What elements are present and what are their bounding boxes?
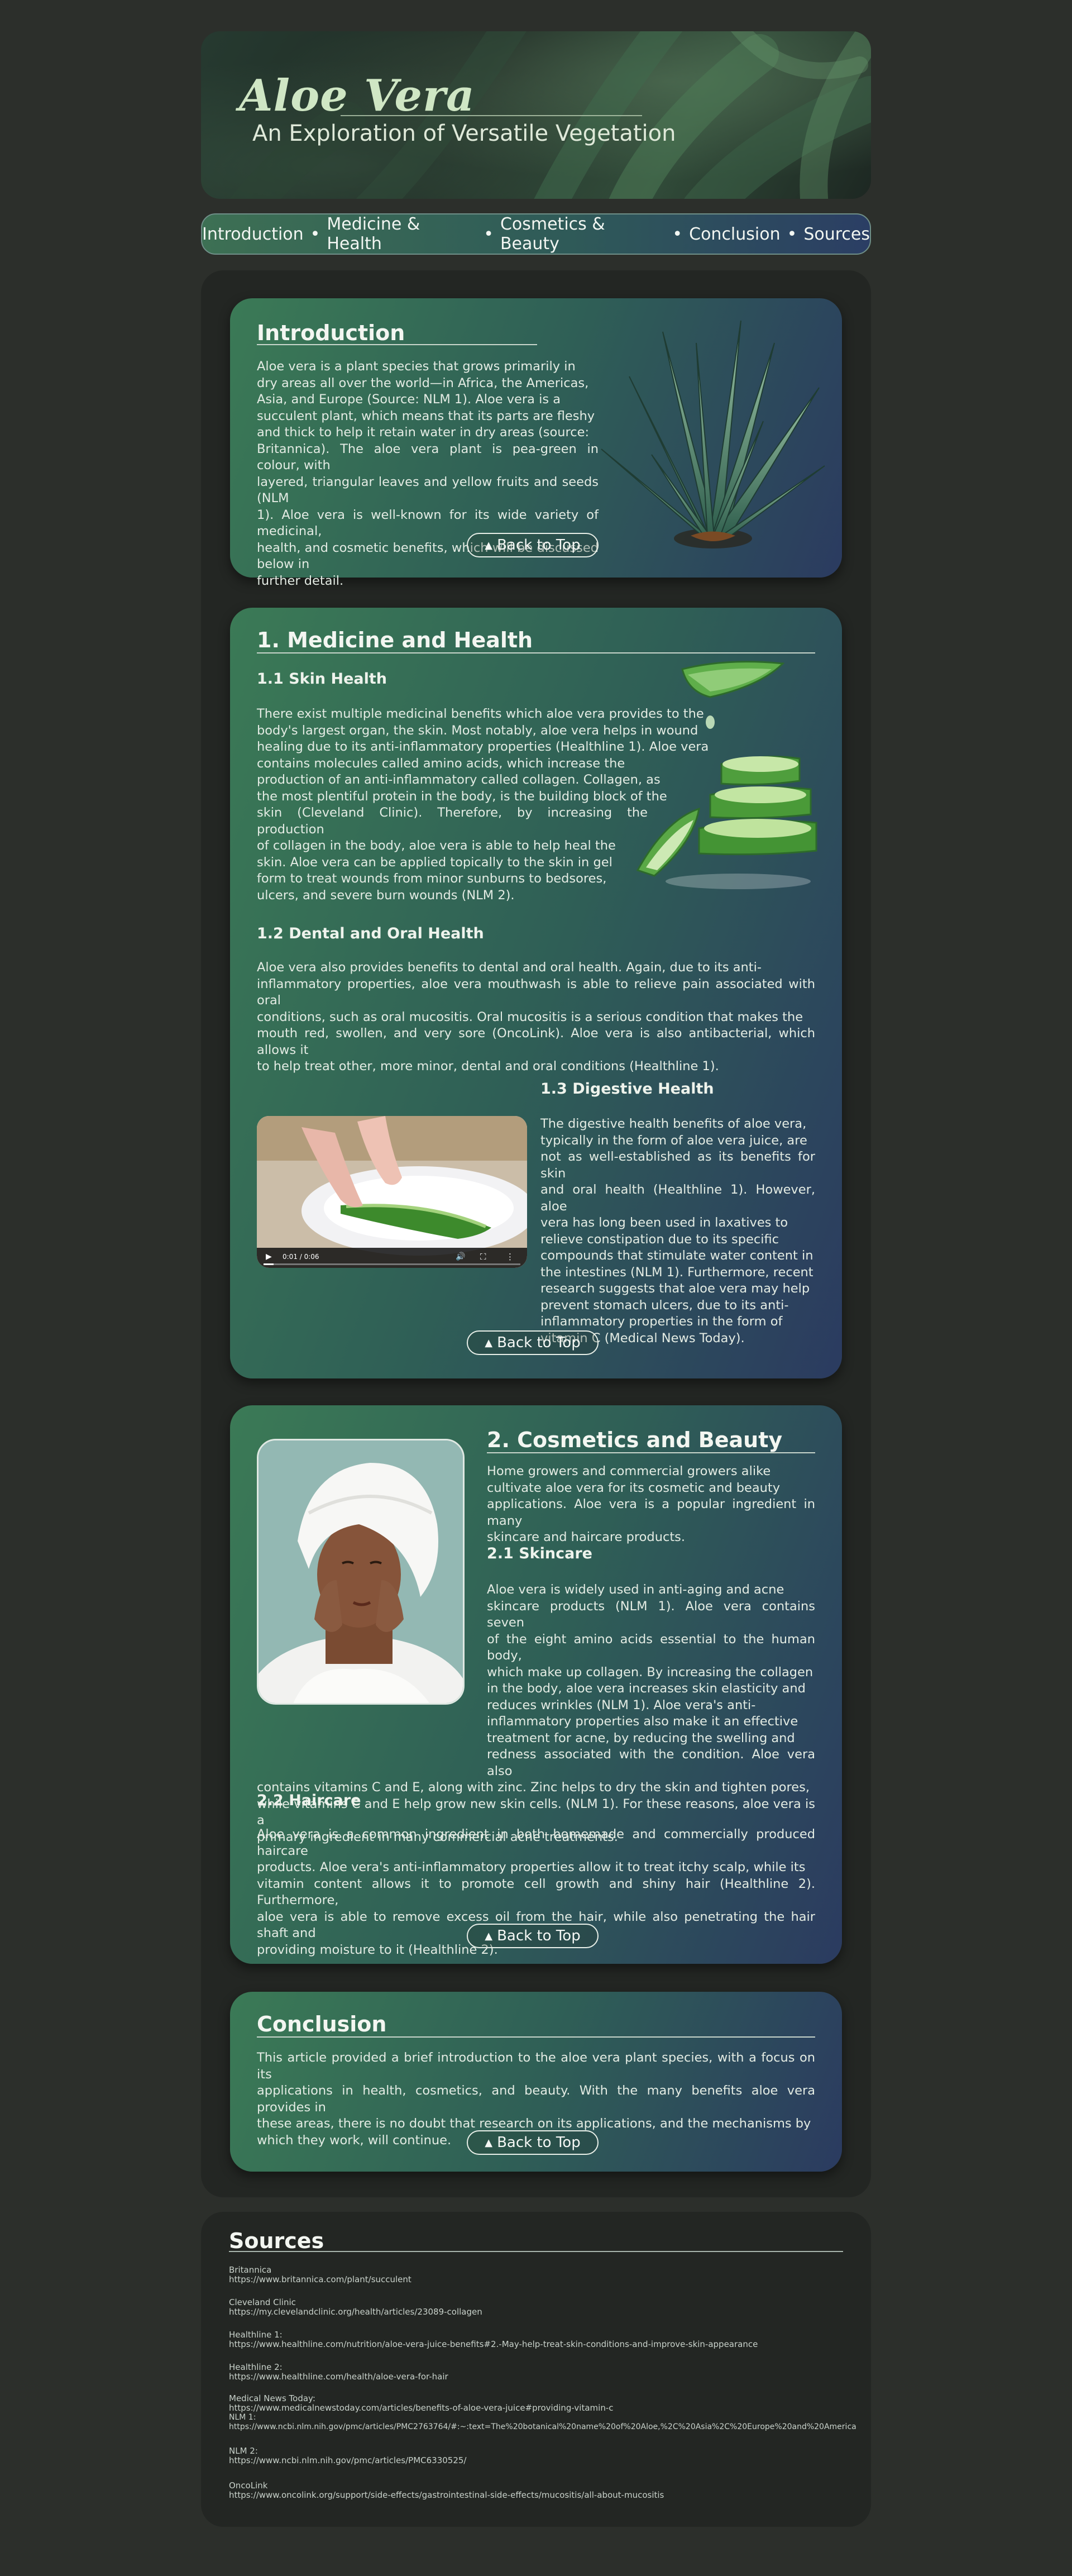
source-link[interactable]: https://www.ncbi.nlm.nih.gov/pmc/article… [229,2422,856,2431]
arrow-up-icon: ▲ [485,539,493,551]
nav-link-medicine-health[interactable]: Medicine & Health [327,214,477,254]
digestive-health-text: The digestive health benefits of aloe ve… [540,1117,815,1346]
video-progress-fill [264,1263,274,1265]
volume-icon[interactable]: 🔊 [456,1252,465,1261]
nav-link-conclusion[interactable]: Conclusion [689,225,781,244]
aloe-plant-image [601,320,825,548]
nav-link-sources[interactable]: Sources [803,225,870,244]
header-banner: Aloe Vera An Exploration of Versatile Ve… [201,31,871,199]
nav-separator: • [484,224,494,244]
back-to-top-button[interactable]: ▲ Back to Top [467,1924,599,1948]
haircare-heading: 2.2 Haircare [257,1792,361,1809]
source-entry: NLM 2: https://www.ncbi.nlm.nih.gov/pmc/a… [229,2446,467,2465]
top-navigation: Introduction • Medicine & Health • Cosme… [201,213,871,255]
cosmetics-beauty-section: 2. Cosmetics and Beauty Home growers and… [230,1405,842,1964]
nav-link-introduction[interactable]: Introduction [202,225,304,244]
medicine-heading: 1. Medicine and Health [257,628,533,652]
cosmetics-heading: 2. Cosmetics and Beauty [487,1428,783,1452]
introduction-heading: Introduction [257,321,405,345]
conclusion-section: Conclusion This article provided a brief… [230,1992,842,2172]
skincare-heading: 2.1 Skincare [487,1545,592,1562]
digestive-health-heading: 1.3 Digestive Health [540,1080,714,1098]
nav-separator: • [787,224,797,244]
introduction-section: Introduction Aloe vera is a plant specie… [230,298,842,588]
nav-link-cosmetics-beauty[interactable]: Cosmetics & Beauty [500,214,666,254]
skin-health-heading: 1.1 Skin Health [257,670,387,688]
video-time: 0:01 / 0:06 [283,1253,319,1261]
fullscreen-icon[interactable]: ⛶ [480,1252,486,1262]
aloe-leaf-slices-image [636,661,817,889]
conclusion-heading: Conclusion [257,2012,387,2036]
cosmetics-intro-text: Home growers and commercial growers alik… [487,1464,815,1544]
heading-rule [487,1452,815,1453]
heading-rule [229,2251,843,2252]
heading-rule [257,2036,815,2038]
site-subtitle: An Exploration of Versatile Vegetation [252,121,676,146]
back-to-top-button[interactable]: ▲ Back to Top [467,533,599,557]
back-to-top-button[interactable]: ▲ Back to Top [467,1330,599,1355]
heading-rule [257,344,537,345]
source-link[interactable]: https://www.healthline.com/nutrition/alo… [229,2339,758,2349]
video-player[interactable]: ▶ 0:01 / 0:06 🔊 ⛶ ⋮ [257,1116,527,1268]
source-entry: Healthline 2: https://www.healthline.com/… [229,2362,448,2382]
source-entry: Medical News Today: https://www.medicalne… [229,2393,614,2413]
more-options-icon[interactable]: ⋮ [506,1252,514,1262]
source-link[interactable]: https://www.healthline.com/health/aloe-v… [229,2372,448,2382]
dental-health-text: Aloe vera also provides benefits to dent… [257,960,815,1074]
back-to-top-button[interactable]: ▲ Back to Top [467,2130,599,2155]
source-link[interactable]: https://www.oncolink.org/support/side-ef… [229,2490,664,2500]
site-title: Aloe Vera [239,70,475,121]
source-entry: NLM 1: https://www.ncbi.nlm.nih.gov/pmc/a… [229,2413,856,2431]
video-progress-track[interactable] [264,1263,520,1265]
source-entry: OncoLink https://www.oncolink.org/support… [229,2480,664,2500]
nav-separator: • [310,224,320,244]
source-link[interactable]: https://my.clevelandclinic.org/health/ar… [229,2307,482,2317]
sources-section: Sources Britannica https://www.britannica… [201,2212,871,2527]
arrow-up-icon: ▲ [485,2136,493,2149]
title-underline [341,115,642,116]
source-link[interactable]: https://www.britannica.com/plant/succule… [229,2274,411,2284]
source-link[interactable]: https://www.medicalnewstoday.com/article… [229,2403,613,2413]
main-content: Introduction Aloe vera is a plant specie… [201,270,871,2197]
page: Aloe Vera An Exploration of Versatile Ve… [0,0,1072,2576]
video-frame [257,1116,527,1268]
arrow-up-icon: ▲ [485,1337,493,1349]
medicine-health-section: 1. Medicine and Health 1.1 Skin Health T… [230,608,842,1378]
play-icon[interactable]: ▶ [266,1252,272,1261]
source-link[interactable]: https://www.ncbi.nlm.nih.gov/pmc/article… [229,2455,466,2465]
source-entry: Britannica https://www.britannica.com/pla… [229,2265,411,2284]
sources-heading: Sources [229,2229,324,2253]
nav-separator: • [672,224,683,244]
source-entry: Cleveland Clinic https://my.clevelandclin… [229,2297,482,2317]
dental-health-heading: 1.2 Dental and Oral Health [257,925,484,942]
arrow-up-icon: ▲ [485,1930,493,1942]
source-entry: Healthline 1: https://www.healthline.com/… [229,2330,758,2349]
